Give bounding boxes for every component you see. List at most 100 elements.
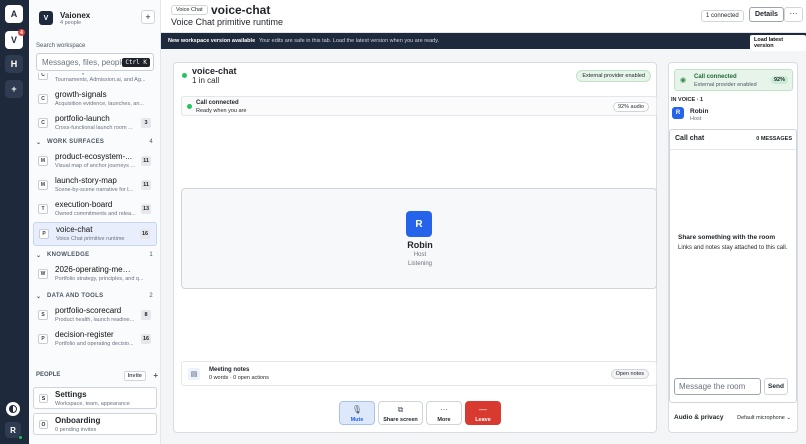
call-status-title: Call connected bbox=[196, 100, 239, 106]
item-title: portfolio-launch bbox=[55, 114, 110, 123]
details-button[interactable]: Details bbox=[749, 7, 784, 22]
item-subtitle: Portfolio strategy, principles, and q... bbox=[55, 276, 144, 282]
item-subtitle: Owned commitments and relea... bbox=[55, 211, 136, 217]
list-item-active[interactable]: P voice-chat Voice Chat primitive runtim… bbox=[33, 222, 157, 246]
item-title: launch-story-map bbox=[55, 176, 117, 185]
people-label: PEOPLE bbox=[36, 372, 61, 378]
workspace-h-button[interactable]: H bbox=[5, 55, 23, 73]
connected-count: 1 connected bbox=[701, 10, 744, 22]
theme-toggle[interactable] bbox=[6, 402, 20, 416]
settings-subtitle: Workspace, team, appearance bbox=[55, 401, 130, 407]
item-subtitle: Portfolio and operating decisio... bbox=[55, 341, 134, 347]
audio-privacy-label[interactable]: Audio & privacy bbox=[674, 414, 723, 421]
connection-status: ◉ Call connected External provider enabl… bbox=[674, 69, 793, 91]
participant-name: Robin bbox=[407, 240, 433, 250]
main-area: Voice Chat voice-chat Voice Chat primiti… bbox=[161, 0, 806, 444]
item-title: voice-chat bbox=[56, 225, 93, 234]
list-item[interactable]: M launch-story-map Scene-by-scene narrat… bbox=[33, 174, 157, 198]
hangup-icon: — bbox=[479, 405, 487, 414]
workspace-rail: A V 4 H + R bbox=[0, 0, 29, 444]
share-screen-button[interactable]: ⧉ Share screen bbox=[378, 401, 423, 425]
list-item[interactable]: S portfolio-scorecard Product health, la… bbox=[33, 304, 157, 328]
section-label: DATA AND TOOLS bbox=[47, 293, 104, 299]
mute-label: Mute bbox=[350, 417, 364, 423]
map-icon: M bbox=[38, 156, 48, 166]
map-icon: M bbox=[38, 180, 48, 190]
new-item-button[interactable]: + bbox=[141, 10, 155, 24]
audio-level-badge: 92% audio bbox=[613, 102, 649, 112]
list-item[interactable]: C anchor-products Tournaments, Admission… bbox=[33, 73, 157, 88]
add-workspace-button[interactable]: + bbox=[5, 80, 23, 98]
doc-icon: W bbox=[38, 269, 48, 279]
room-count: 1 in call bbox=[192, 76, 220, 85]
workspace-a-button[interactable]: A bbox=[5, 5, 23, 23]
room-name: voice-chat bbox=[192, 66, 237, 76]
page-title: voice-chat bbox=[211, 3, 271, 17]
microphone-select[interactable]: Default microphone ⌄ bbox=[737, 415, 791, 421]
item-title: anchor-products bbox=[55, 73, 133, 75]
item-subtitle: Cross-functional launch room ... bbox=[55, 125, 133, 131]
section-work-surfaces[interactable]: ⌄ WORK SURFACES 4 bbox=[33, 136, 159, 150]
notification-badge: 4 bbox=[18, 29, 25, 36]
call-status: Call connected Ready when you are 92% au… bbox=[181, 96, 657, 116]
section-count: 4 bbox=[149, 139, 153, 145]
load-latest-button[interactable]: Load latest version bbox=[750, 35, 806, 51]
list-item[interactable]: T execution-board Owned commitments and … bbox=[33, 198, 157, 222]
participant-state: Listening bbox=[407, 261, 433, 267]
chevron-down-icon: ⌄ bbox=[36, 294, 42, 300]
provider-badge: External provider enabled bbox=[576, 70, 651, 82]
settings-button[interactable]: S Settings Workspace, team, appearance bbox=[33, 387, 157, 409]
item-subtitle: Acquisition evidence, launches, an... bbox=[55, 101, 144, 107]
page-header: Voice Chat voice-chat Voice Chat primiti… bbox=[161, 0, 806, 33]
list-item[interactable]: C growth-signals Acquisition evidence, l… bbox=[33, 88, 157, 112]
channel-icon: C bbox=[38, 73, 48, 80]
item-subtitle: Scene-by-scene narrative for t... bbox=[55, 187, 134, 193]
live-status-dot bbox=[182, 73, 187, 78]
call-side-panel: ◉ Call connected External provider enabl… bbox=[668, 62, 798, 433]
open-notes-button[interactable]: Open notes bbox=[610, 369, 649, 379]
more-label: More bbox=[437, 417, 451, 423]
onboarding-button[interactable]: O Onboarding 0 pending invites bbox=[33, 413, 157, 435]
leave-call-button[interactable]: — Leave bbox=[465, 401, 501, 425]
section-label: WORK SURFACES bbox=[47, 139, 105, 145]
add-person-icon[interactable]: + bbox=[153, 371, 158, 380]
count-badge: 16 bbox=[141, 334, 151, 344]
more-options-button[interactable]: ··· bbox=[784, 7, 803, 22]
channel-icon: C bbox=[38, 118, 48, 128]
item-title: portfolio-scorecard bbox=[55, 306, 122, 315]
item-title: growth-signals bbox=[55, 90, 107, 99]
workspace-name: Vaionex bbox=[60, 11, 91, 20]
notes-icon: ▤ bbox=[188, 368, 200, 380]
empty-state-text: Links and notes stay attached to this ca… bbox=[678, 245, 788, 251]
contrast-icon bbox=[9, 405, 17, 413]
message-input[interactable]: Message the room bbox=[674, 378, 761, 395]
invite-button[interactable]: Invite bbox=[123, 371, 146, 381]
more-controls-button[interactable]: ··· More bbox=[426, 401, 462, 425]
send-button[interactable]: Send bbox=[764, 378, 788, 395]
banner-text: Your edits are safe in this tab. Load th… bbox=[259, 38, 440, 44]
empty-state-title: Share something with the room bbox=[678, 234, 776, 241]
participant-avatar: R bbox=[406, 211, 432, 237]
participant-role: Host bbox=[413, 252, 427, 258]
chevron-down-icon: ⌄ bbox=[36, 253, 42, 259]
list-item[interactable]: W 2026-operating-memo Portfolio strategy… bbox=[33, 263, 157, 287]
settings-icon: S bbox=[39, 394, 48, 403]
mute-button[interactable]: 🎙 Mute bbox=[339, 401, 375, 425]
item-title: decision-register bbox=[55, 330, 114, 339]
list-item[interactable]: M product-ecosystem-... Visual map of an… bbox=[33, 150, 157, 174]
item-subtitle: Visual map of anchor journeys ... bbox=[55, 163, 135, 169]
mic-select-value: Default microphone bbox=[737, 415, 785, 421]
count-badge: 16 bbox=[140, 229, 150, 239]
list-item[interactable]: C portfolio-launch Cross-functional laun… bbox=[33, 112, 157, 136]
section-knowledge[interactable]: ⌄ KNOWLEDGE 1 bbox=[33, 249, 159, 263]
section-data-and-tools[interactable]: ⌄ DATA AND TOOLS 2 bbox=[33, 290, 159, 304]
update-banner: New workspace version available Your edi… bbox=[161, 33, 806, 51]
onboarding-title: Onboarding bbox=[55, 416, 101, 425]
surface-type-tag: Voice Chat bbox=[171, 5, 208, 15]
count-badge: 13 bbox=[141, 204, 151, 214]
notes-title: Meeting notes bbox=[209, 367, 250, 373]
member-avatar: R bbox=[672, 107, 684, 119]
list-item[interactable]: P decision-register Portfolio and operat… bbox=[33, 328, 157, 352]
call-chat: Call chat 0 MESSAGES Share something wit… bbox=[669, 129, 797, 403]
search-input[interactable]: Messages, files, people Ctrl K bbox=[36, 53, 154, 71]
